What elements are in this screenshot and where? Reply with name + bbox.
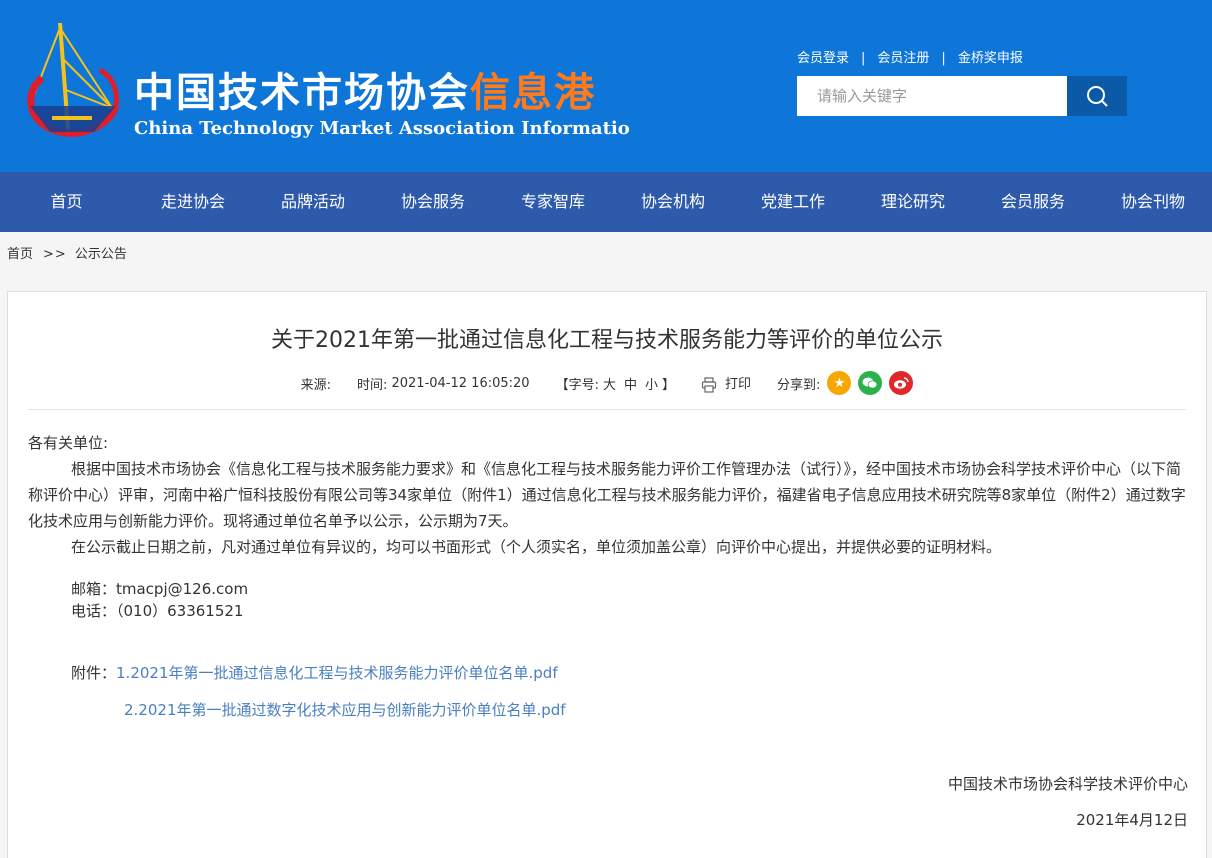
signature-org: 中国技术市场协会科学技术评价中心	[947, 775, 1188, 793]
attachment-link-1[interactable]: 1.2021年第一批通过信息化工程与技术服务能力评价单位名单.pdf	[116, 664, 558, 682]
nav-item-member-services[interactable]: 会员服务	[973, 172, 1093, 232]
font-size-control: 【字号: 大中小】	[555, 377, 676, 393]
attachment-label: 附件：	[71, 664, 117, 682]
breadcrumb-current[interactable]: 公示公告	[75, 247, 127, 262]
top-links: 会员登录 | 会员注册 | 金桥奖申报	[797, 47, 1023, 66]
site-header: 中国技术市场协会信息港 China Technology Market Asso…	[0, 0, 1212, 172]
member-register-link[interactable]: 会员注册	[877, 51, 929, 66]
search-icon	[1087, 86, 1108, 107]
paragraph-objection: 在公示截止日期之前，凡对通过单位有异议的，均可以书面形式（个人须实名，单位须加盖…	[71, 538, 1002, 556]
link-separator: |	[861, 51, 866, 66]
print-button[interactable]: 打印	[701, 373, 751, 393]
font-size-large[interactable]: 大	[603, 378, 616, 393]
nav-item-about[interactable]: 走进协会	[133, 172, 253, 232]
attachment-line-1: 附件：1.2021年第一批通过信息化工程与技术服务能力评价单位名单.pdf	[28, 660, 1188, 686]
member-login-link[interactable]: 会员登录	[797, 51, 849, 66]
article-body: 各有关单位: 根据中国技术市场协会《信息化工程与技术服务能力要求》和《信息化工程…	[28, 430, 1188, 833]
nav-item-brand-activities[interactable]: 品牌活动	[253, 172, 373, 232]
brand-title-en: China Technology Market Association Info…	[134, 118, 629, 139]
time-label: 时间:	[356, 377, 388, 393]
signature-date: 2021年4月12日	[1076, 811, 1188, 829]
nav-item-services[interactable]: 协会服务	[373, 172, 493, 232]
weibo-icon[interactable]	[889, 371, 914, 395]
printer-icon	[701, 377, 717, 393]
time-value: 2021-04-12 16:05:20	[391, 375, 530, 391]
paragraph-main: 根据中国技术市场协会《信息化工程与技术服务能力要求》和《信息化工程与技术服务能力…	[28, 460, 1186, 530]
article-panel: 关于2021年第一批通过信息化工程与技术服务能力等评价的单位公示 来源: 时间:…	[7, 291, 1207, 858]
meta-divider	[28, 409, 1186, 410]
wechat-icon[interactable]	[858, 371, 883, 395]
contact-email: 邮箱：tmacpj@126.com	[71, 580, 249, 598]
nav-item-theory[interactable]: 理论研究	[853, 172, 973, 232]
association-logo-icon[interactable]	[22, 20, 122, 145]
main-nav: 首页 走进协会 品牌活动 协会服务 专家智库 协会机构 党建工作 理论研究 会员…	[0, 172, 1212, 232]
contact-phone: 电话：（010）63361521	[71, 602, 244, 620]
brand-title-highlight: 信息港	[470, 69, 596, 116]
link-separator: |	[941, 51, 946, 66]
qzone-star-icon[interactable]: ★	[827, 371, 852, 395]
article-title: 关于2021年第一批通过信息化工程与技术服务能力等评价的单位公示	[271, 328, 943, 353]
article-meta: 来源: 时间: 2021-04-12 16:05:20 【字号: 大中小】 打印 …	[8, 368, 1206, 398]
nav-item-home[interactable]: 首页	[0, 172, 133, 232]
search-button[interactable]	[1067, 76, 1127, 116]
print-label: 打印	[725, 377, 752, 393]
search-input[interactable]	[797, 76, 1067, 116]
attachment-link-2[interactable]: 2.2021年第一批通过数字化技术应用与创新能力评价单位名单.pdf	[124, 701, 566, 719]
share-label: 分享到:	[777, 377, 821, 393]
breadcrumb-separator: >>	[43, 247, 67, 262]
nav-item-organization[interactable]: 协会机构	[613, 172, 733, 232]
nav-item-party-building[interactable]: 党建工作	[733, 172, 853, 232]
font-size-small[interactable]: 小	[645, 378, 658, 393]
breadcrumb-home[interactable]: 首页	[7, 247, 33, 262]
font-size-medium[interactable]: 中	[624, 378, 637, 393]
greeting: 各有关单位:	[28, 434, 109, 452]
brand-title-cn[interactable]: 中国技术市场协会信息港	[134, 60, 596, 118]
attachment-line-2: 2.2021年第一批通过数字化技术应用与创新能力评价单位名单.pdf	[28, 697, 1188, 723]
nav-item-publications[interactable]: 协会刊物	[1093, 172, 1212, 232]
breadcrumb: 首页 >> 公示公告	[7, 243, 127, 262]
source-label: 来源:	[300, 377, 331, 393]
nav-item-experts[interactable]: 专家智库	[493, 172, 613, 232]
golden-bridge-award-link[interactable]: 金桥奖申报	[958, 51, 1023, 66]
